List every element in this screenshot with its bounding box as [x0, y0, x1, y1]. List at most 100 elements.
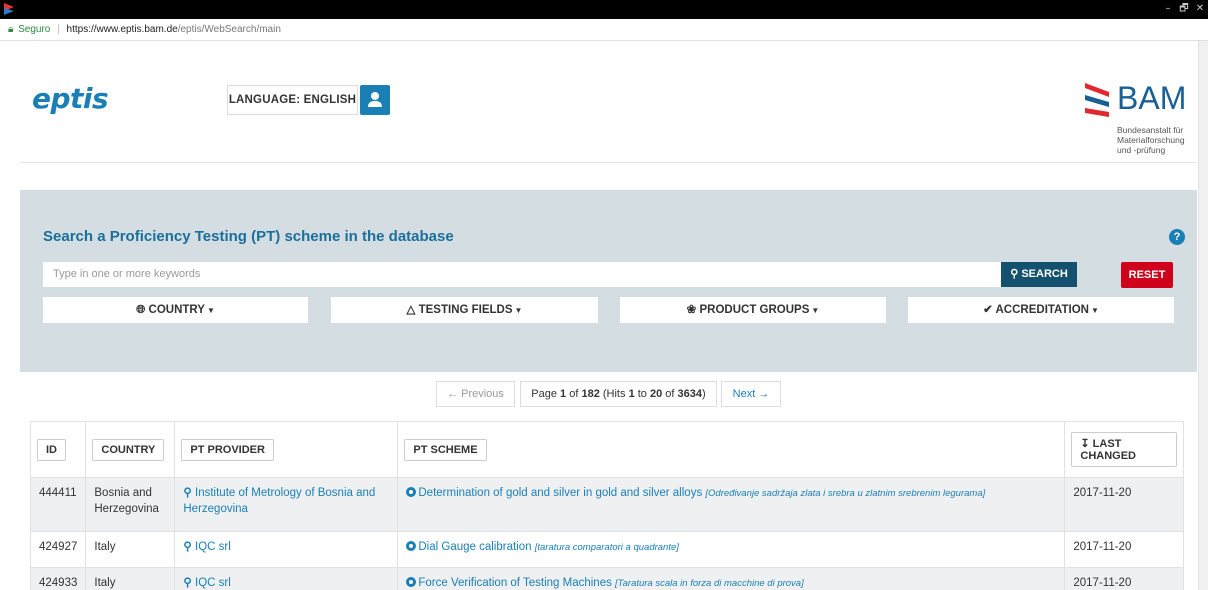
sort-icon: ↧ — [1080, 438, 1090, 450]
bam-subtitle-line: Bundesanstalt für — [1117, 125, 1184, 135]
accreditation-filter-label: ACCREDITATION — [995, 304, 1089, 316]
table-row: 424933 Italy ⚲ IQC srl Force Verificatio… — [29, 567, 1184, 590]
cell-last-changed: 2017-11-20 — [1064, 567, 1184, 590]
eye-icon — [406, 541, 417, 551]
table-row: 424927 Italy ⚲ IQC srl Dial Gauge calibr… — [29, 531, 1184, 568]
separator: | — [57, 24, 60, 35]
scheme-link[interactable]: Determination of gold and silver in gold… — [418, 487, 702, 499]
cell-provider: ⚲ Institute of Metrology of Bosnia and H… — [174, 477, 399, 532]
search-icon: ⚲ — [183, 541, 192, 553]
column-header-provider: PT PROVIDER — [174, 421, 399, 478]
country-filter-label: COUNTRY — [148, 304, 205, 316]
page-info-text: of — [662, 388, 678, 400]
cell-id: 424933 — [29, 567, 87, 590]
eptis-logo[interactable]: eptis — [32, 82, 109, 115]
user-button[interactable] — [360, 85, 390, 115]
cell-provider: ⚲ IQC srl — [174, 531, 399, 568]
bam-subtitle: Bundesanstalt für Materialforschung und … — [1117, 125, 1197, 155]
url-path: /eptis/WebSearch/main — [177, 24, 281, 35]
eye-icon — [406, 487, 417, 497]
bam-logo-icon — [1085, 83, 1109, 117]
search-button[interactable]: ⚲ SEARCH — [1001, 262, 1077, 287]
user-icon — [368, 92, 382, 107]
cell-id: 424927 — [29, 531, 87, 568]
page-info: Page 1 of 182 (Hits 1 to 20 of 3634) — [520, 381, 717, 407]
scheme-alt-name: [Taratura scala in forza di macchine di … — [615, 578, 804, 589]
cell-country: Italy — [85, 531, 176, 568]
cell-last-changed: 2017-11-20 — [1064, 477, 1184, 532]
cell-id: 444411 — [29, 477, 87, 532]
caret-down-icon: ▼ — [1090, 306, 1099, 315]
sort-id-button[interactable]: ID — [37, 438, 66, 461]
cell-scheme: Determination of gold and silver in gold… — [397, 477, 1066, 532]
cell-scheme: Dial Gauge calibration [taratura compara… — [397, 531, 1066, 568]
search-title: Search a Proficiency Testing (PT) scheme… — [43, 228, 454, 245]
page-info-text: ) — [702, 388, 706, 400]
lock-icon: 🔒︎ — [8, 24, 14, 35]
total-pages: 182 — [581, 388, 600, 400]
sort-country-button[interactable]: COUNTRY — [92, 438, 165, 461]
hits-to: 20 — [649, 388, 663, 400]
cell-scheme: Force Verification of Testing Machines [… — [397, 567, 1066, 590]
cell-country: Italy — [85, 567, 176, 590]
page-scrollbar[interactable] — [1198, 41, 1208, 590]
page-info-text: (Hits — [599, 388, 629, 400]
restore-button[interactable]: 🗗 — [1176, 2, 1192, 16]
caret-down-icon: ▼ — [206, 306, 215, 315]
language-button[interactable]: LANGUAGE: ENGLISH — [227, 85, 358, 115]
provider-link[interactable]: IQC srl — [195, 541, 231, 553]
sort-provider-button[interactable]: PT PROVIDER — [181, 438, 274, 461]
sort-scheme-button[interactable]: PT SCHEME — [404, 438, 487, 461]
previous-page-button[interactable]: ← Previous — [436, 381, 515, 407]
results-table: ID COUNTRY PT PROVIDER PT SCHEME ↧ LAST … — [29, 421, 1184, 590]
page-info-text: of — [566, 388, 582, 400]
provider-link[interactable]: Institute of Metrology of Bosnia and Her… — [183, 487, 375, 515]
secure-label: Seguro — [18, 24, 51, 35]
hits-total: 3634 — [677, 388, 703, 400]
sort-last-changed-button[interactable]: ↧ LAST CHANGED — [1071, 432, 1177, 467]
search-button-label: SEARCH — [1021, 268, 1068, 280]
next-page-button[interactable]: Next → — [721, 381, 781, 407]
table-header-row: ID COUNTRY PT PROVIDER PT SCHEME ↧ LAST … — [29, 421, 1184, 478]
page-info-text: to — [634, 388, 650, 400]
country-filter[interactable]: 🌐︎ COUNTRY ▼ — [43, 297, 308, 323]
accreditation-filter[interactable]: ✔ ACCREDITATION ▼ — [908, 297, 1174, 323]
flask-icon: △ — [406, 304, 416, 316]
column-header-id: ID — [29, 421, 87, 478]
bam-subtitle-line: Materialforschung — [1117, 135, 1185, 145]
search-input[interactable]: Type in one or more keywords — [43, 262, 1001, 287]
reset-button[interactable]: RESET — [1121, 262, 1173, 288]
column-header-last-changed: ↧ LAST CHANGED — [1064, 421, 1184, 478]
caret-down-icon: ▼ — [811, 306, 820, 315]
scheme-link[interactable]: Dial Gauge calibration — [418, 541, 531, 553]
app-icon — [4, 3, 14, 15]
search-icon: ⚲ — [183, 577, 192, 589]
cell-provider: ⚲ IQC srl — [174, 567, 399, 590]
provider-link[interactable]: IQC srl — [195, 577, 231, 589]
address-bar[interactable]: 🔒︎ Seguro | https://www.eptis.bam.de/ept… — [0, 19, 1208, 41]
search-icon: ⚲ — [1010, 268, 1019, 280]
table-row: 444411 Bosnia and Herzegovina ⚲ Institut… — [29, 477, 1184, 532]
bam-name: BAM — [1117, 80, 1187, 116]
search-panel: Search a Proficiency Testing (PT) scheme… — [20, 190, 1197, 372]
page-info-text: Page — [531, 388, 561, 400]
testing-fields-filter-label: TESTING FIELDS — [418, 304, 513, 316]
product-groups-filter[interactable]: ❀ PRODUCT GROUPS ▼ — [620, 297, 886, 323]
grain-icon: ❀ — [686, 304, 697, 316]
eye-icon — [406, 577, 417, 587]
bam-subtitle-line: und -prüfung — [1117, 145, 1166, 155]
check-icon: ✔ — [983, 304, 993, 316]
caret-down-icon: ▼ — [514, 306, 523, 315]
help-icon[interactable]: ? — [1169, 229, 1185, 245]
column-header-scheme: PT SCHEME — [397, 421, 1066, 478]
close-button[interactable]: ✕ — [1192, 2, 1208, 16]
scheme-link[interactable]: Force Verification of Testing Machines — [418, 577, 611, 589]
minimize-button[interactable]: – — [1160, 2, 1176, 16]
window-titlebar: – 🗗 ✕ — [0, 0, 1208, 19]
scheme-alt-name: [Određivanje sadržaja zlata i srebra u z… — [705, 488, 986, 499]
header-divider — [20, 162, 1197, 163]
scheme-alt-name: [taratura comparatori a quadrante] — [534, 542, 679, 553]
search-icon: ⚲ — [183, 487, 192, 499]
testing-fields-filter[interactable]: △ TESTING FIELDS ▼ — [331, 297, 598, 323]
product-groups-filter-label: PRODUCT GROUPS — [699, 304, 810, 316]
